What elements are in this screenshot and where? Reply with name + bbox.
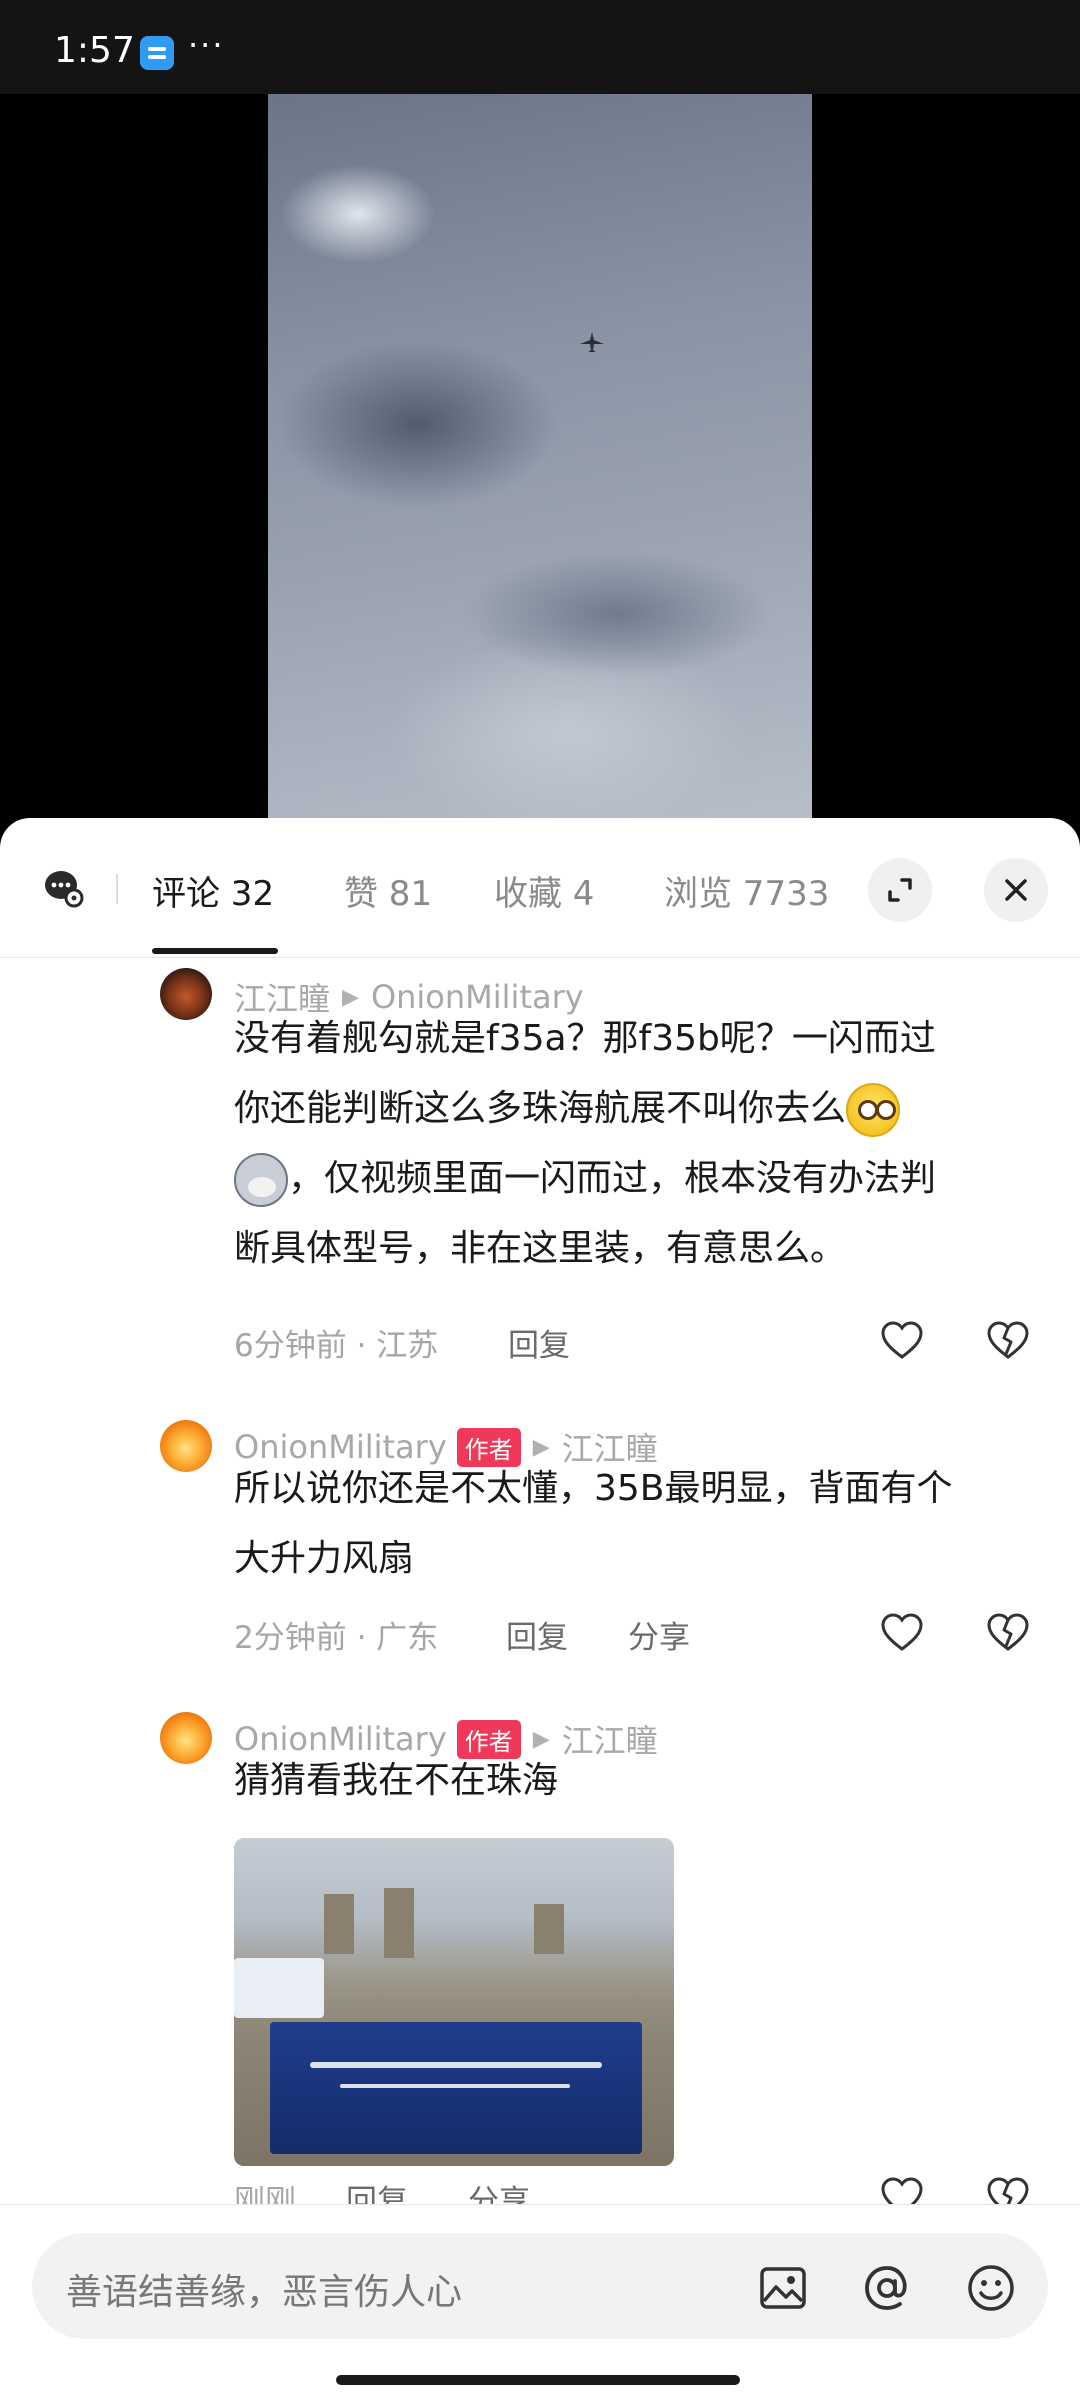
photo-exhibition-banner: [270, 2022, 642, 2154]
photo-structure: [534, 1904, 564, 1954]
danmaku-settings-icon[interactable]: [44, 868, 84, 908]
comment-text-line: ，仅视频里面一闪而过，根本没有办法判: [234, 1144, 1024, 1214]
tab-likes[interactable]: 赞 81: [344, 866, 432, 915]
video-player[interactable]: [0, 94, 1080, 830]
tab-comments[interactable]: 评论 32: [152, 866, 274, 915]
status-time: 1:57: [54, 30, 135, 71]
comment-text-line: 你还能判断这么多珠海航展不叫你去么: [234, 1074, 1024, 1144]
broken-heart-icon[interactable]: [986, 1612, 1030, 1652]
heart-icon[interactable]: [880, 1612, 924, 1652]
comment-input-placeholder: 善语结善缘，恶言伤人心: [66, 2272, 463, 2313]
home-indicator[interactable]: [336, 2375, 740, 2385]
comment-text-segment: 你还能判断这么多珠海航展不叫你去么: [234, 1088, 847, 1129]
tabs-bar: 评论 32 赞 81 收藏 4 浏览 7733: [0, 818, 1080, 958]
share-button[interactable]: 分享: [628, 1612, 690, 1657]
jet-silhouette: [580, 332, 604, 352]
comment-text-line: 所以说你还是不太懂，35B最明显，背面有个: [234, 1468, 953, 1509]
tab-favorites[interactable]: 收藏 4: [494, 866, 594, 915]
video-frame[interactable]: [268, 94, 812, 830]
comment-time-location: 6分钟前 · 江苏: [234, 1328, 439, 1364]
comment-text-line: 断具体型号，非在这里装，有意思么。: [234, 1228, 847, 1269]
photo-bus: [234, 1958, 324, 2018]
expand-button[interactable]: [868, 858, 932, 922]
close-icon: [1005, 879, 1027, 901]
banner-text-line: [340, 2084, 570, 2088]
avatar[interactable]: [160, 1712, 212, 1764]
close-button[interactable]: [984, 858, 1048, 922]
comment-sheet: 评论 32 赞 81 收藏 4 浏览 7733 江江瞳 ▶ OnionMilitar…: [0, 818, 1080, 2400]
comment-input[interactable]: 善语结善缘，恶言伤人心: [32, 2233, 1048, 2339]
status-more-icon: ···: [188, 26, 225, 64]
expand-icon: [888, 878, 912, 902]
photo-structure: [384, 1888, 414, 1958]
at-icon[interactable]: [862, 2263, 912, 2313]
avatar[interactable]: [160, 968, 212, 1020]
photo-structure: [324, 1894, 354, 1954]
comment-text: 没有着舰勾就是f35a？那f35b呢？一闪而过 你还能判断这么多珠海航展不叫你去…: [234, 1004, 1024, 1284]
comment-text-line: 大升力风扇: [234, 1538, 415, 1579]
tabs-divider: [116, 874, 118, 904]
comment-input-bar: 善语结善缘，恶言伤人心: [0, 2204, 1080, 2400]
tab-views[interactable]: 浏览 7733: [664, 866, 829, 915]
comment-text: 所以说你还是不太懂，35B最明显，背面有个 大升力风扇: [234, 1454, 1024, 1594]
broken-heart-icon[interactable]: [986, 1320, 1030, 1360]
comment-text-segment: ，仅视频里面一闪而过，根本没有办法判: [288, 1158, 937, 1199]
image-icon[interactable]: [758, 2263, 808, 2313]
comment-text-line: 猜猜看我在不在珠海: [234, 1760, 559, 1801]
comment-text: 猜猜看我在不在珠海: [234, 1746, 1024, 1816]
reply-button[interactable]: 回复: [506, 1612, 568, 1657]
app-notification-icon: [140, 36, 174, 70]
blush-emoji-icon: [846, 1083, 901, 1137]
reply-button[interactable]: 回复: [508, 1320, 570, 1365]
emoji-icon[interactable]: [966, 2263, 1016, 2313]
husky-emoji-icon: [234, 1153, 288, 1207]
comment-text-line: 没有着舰勾就是f35a？那f35b呢？一闪而过: [234, 1018, 936, 1059]
comment-time-location: 2分钟前 · 广东: [234, 1620, 439, 1656]
heart-icon[interactable]: [880, 1320, 924, 1360]
avatar[interactable]: [160, 1420, 212, 1472]
active-tab-indicator: [152, 948, 278, 954]
status-bar: 1:57 ···: [0, 0, 1080, 94]
comment-photo[interactable]: [234, 1838, 674, 2166]
banner-text-line: [310, 2062, 602, 2068]
